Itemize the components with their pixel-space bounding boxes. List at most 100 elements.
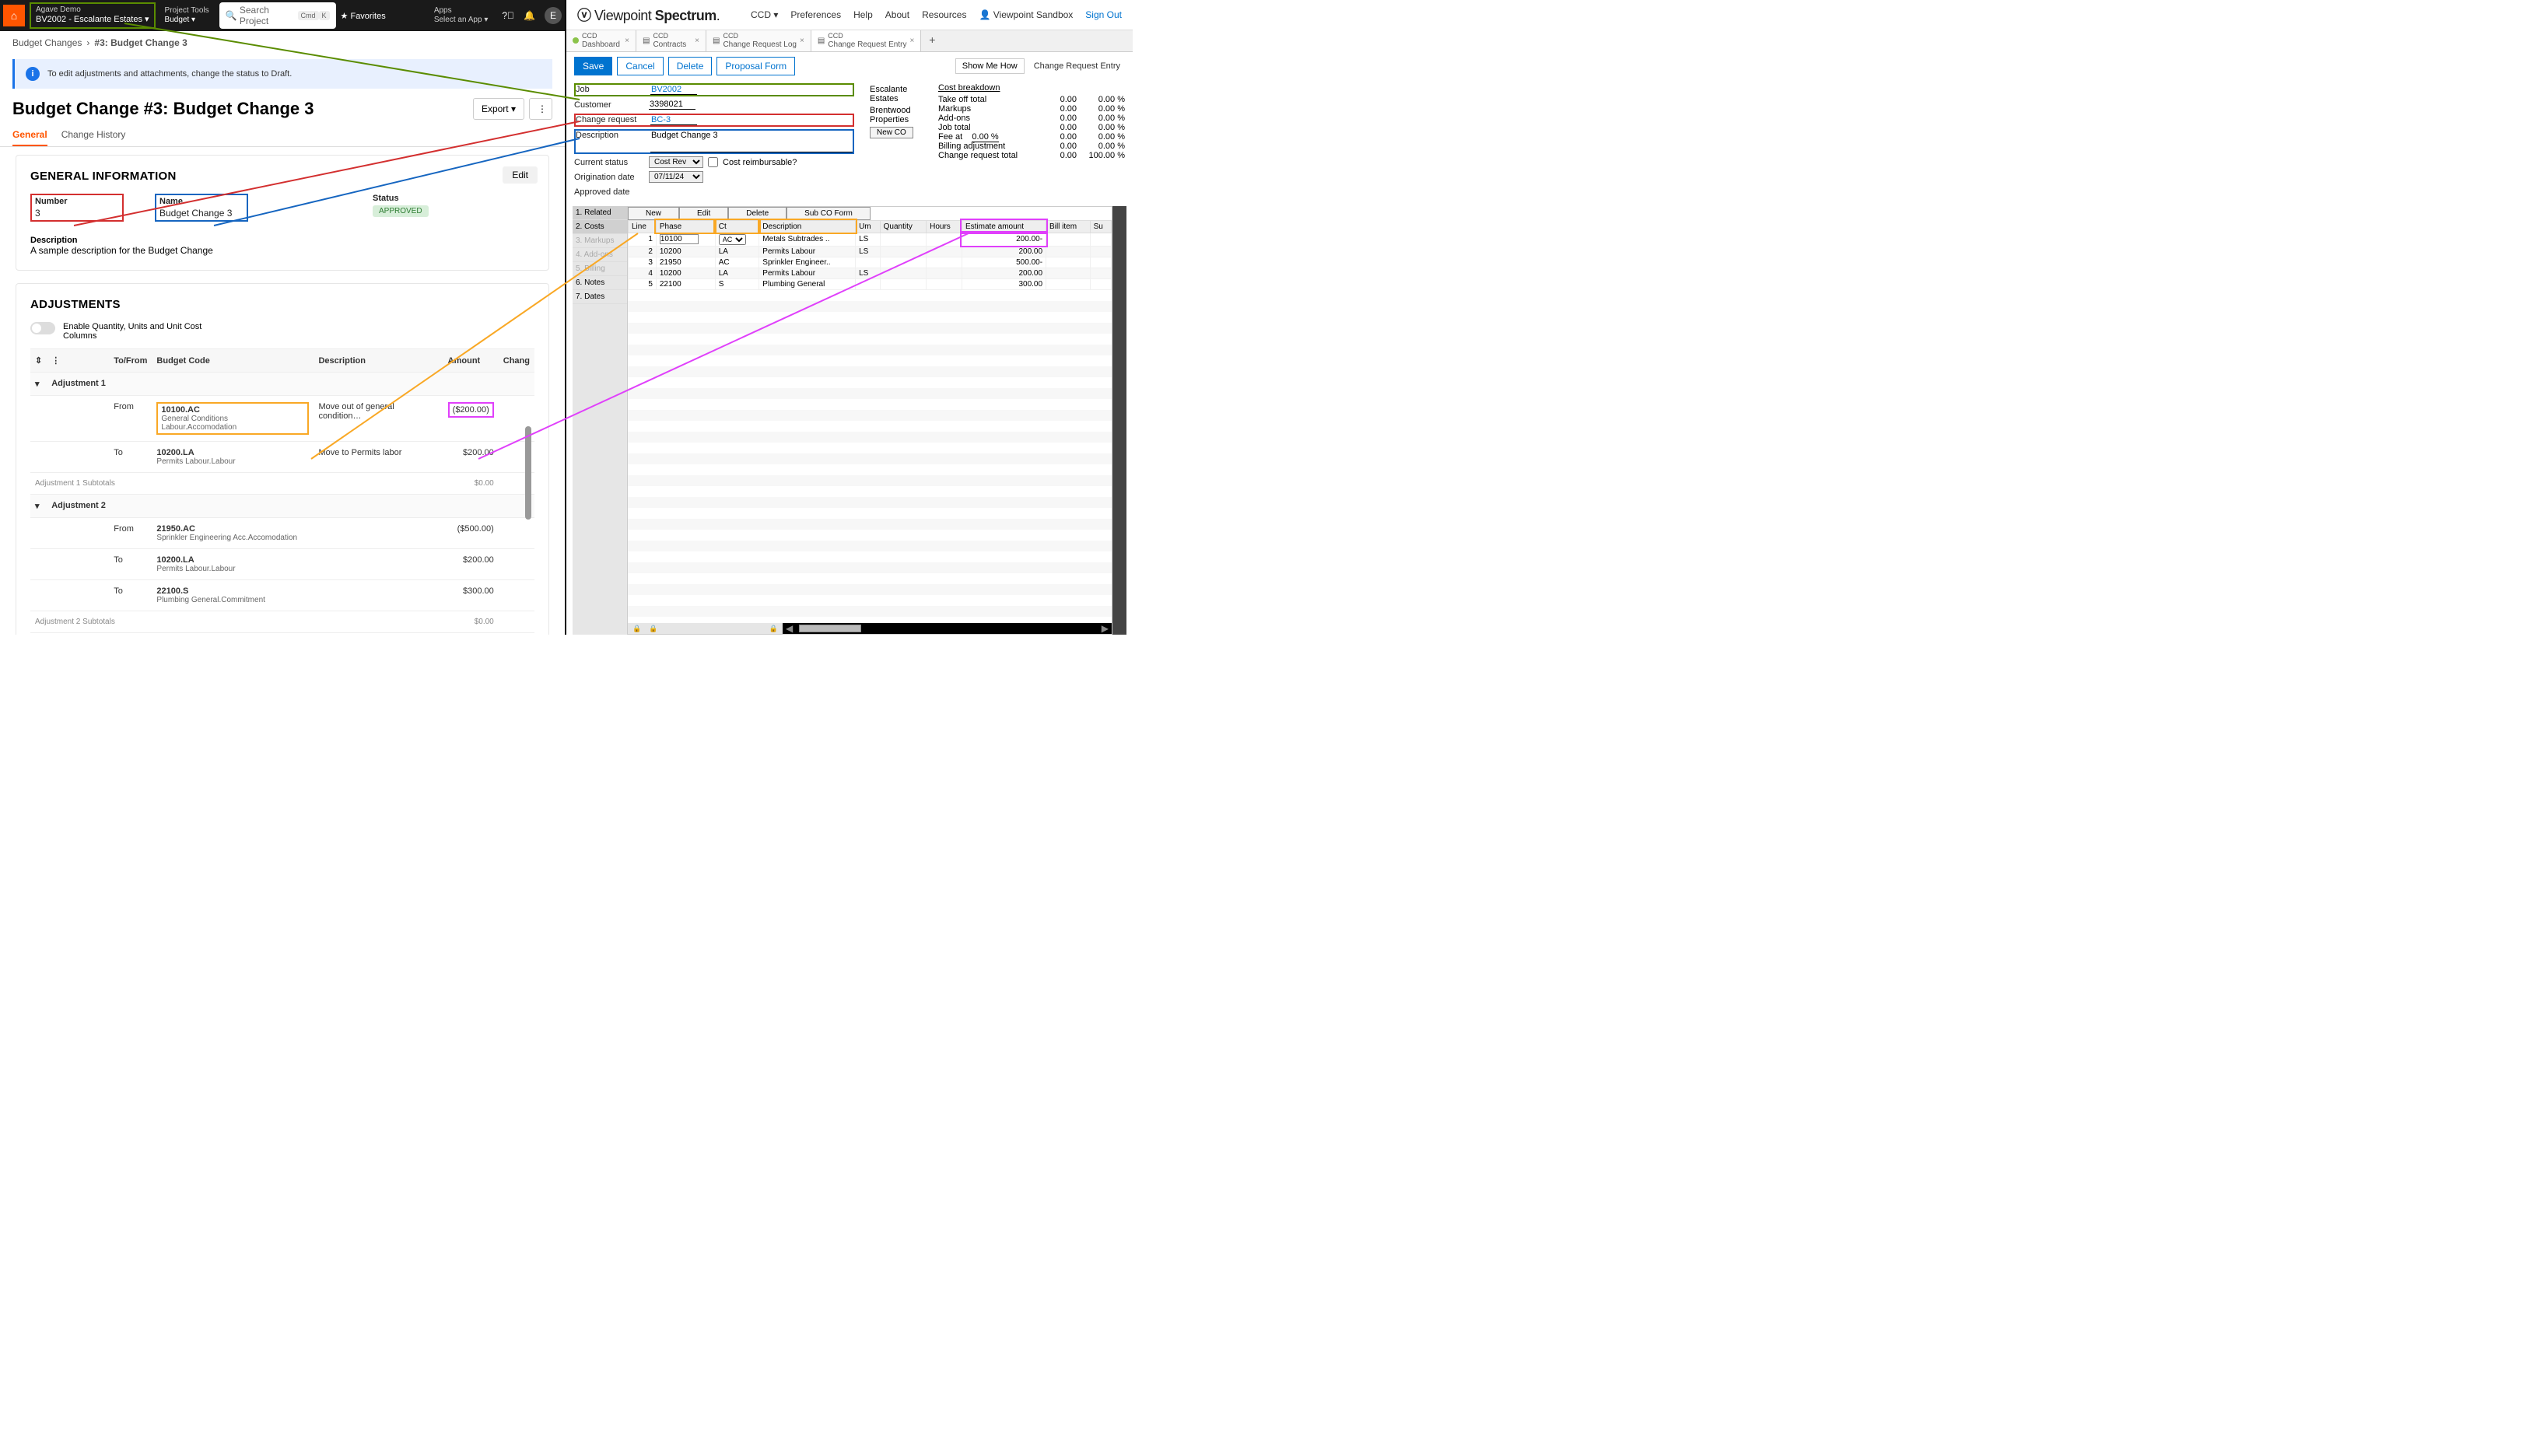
avatar[interactable]: E: [545, 7, 562, 24]
breakdown-pct: 0.00 %: [1083, 114, 1125, 123]
save-button[interactable]: Save: [574, 57, 612, 75]
amount-cell: $200.00: [443, 442, 499, 473]
desc-value[interactable]: Budget Change 3: [650, 131, 853, 152]
sidenav-item[interactable]: 7. Dates: [573, 290, 627, 304]
show-me-how[interactable]: Show Me How: [955, 58, 1025, 74]
kebab-menu-icon[interactable]: ⋮: [529, 98, 552, 120]
breadcrumb-root[interactable]: Budget Changes: [12, 37, 82, 48]
sidenav-item[interactable]: 3. Markups: [573, 234, 627, 248]
name-field: Name Budget Change 3: [155, 194, 248, 222]
desc-cell: Permits Labour: [759, 246, 856, 257]
delete-button[interactable]: Delete: [668, 57, 713, 75]
edit-button[interactable]: Edit: [503, 166, 538, 184]
nav-sandbox[interactable]: 👤 Viewpoint Sandbox: [979, 9, 1073, 20]
grid-btn-new[interactable]: New: [628, 207, 679, 220]
grid-btn-edit[interactable]: Edit: [679, 207, 728, 220]
cr-value[interactable]: BC-3: [650, 115, 697, 125]
favorites-link[interactable]: ★ Favorites: [341, 11, 386, 21]
ct-cell[interactable]: AC: [715, 257, 759, 268]
project-dropdown[interactable]: Agave Demo BV2002 - Escalante Estates ▾: [30, 2, 156, 28]
vp-tab[interactable]: ▤CCDChange Request Log×: [706, 30, 811, 51]
est-cell: 200.00: [962, 268, 1046, 278]
phase-cell[interactable]: [656, 233, 715, 246]
tab-general[interactable]: General: [12, 124, 47, 146]
nav-help[interactable]: Help: [853, 9, 873, 20]
expand-icon[interactable]: ▾: [30, 495, 47, 518]
breakdown-title: Cost breakdown: [938, 83, 1125, 93]
col-change: Chang: [499, 349, 534, 373]
apps-dropdown[interactable]: Apps Select an App ▾: [434, 6, 489, 25]
tab-change-history[interactable]: Change History: [61, 124, 126, 146]
export-button[interactable]: Export ▾: [473, 98, 524, 120]
appr-date-row: Approved date: [574, 186, 854, 198]
status-select[interactable]: Cost Rev: [649, 156, 703, 168]
scroll-right-icon[interactable]: ▶: [1098, 623, 1112, 634]
help-icon[interactable]: ?⃝: [502, 10, 514, 21]
cancel-button[interactable]: Cancel: [617, 57, 663, 75]
subtotal-value: $0.00: [443, 611, 499, 633]
expand-icon[interactable]: ▾: [30, 373, 47, 396]
sidenav-item[interactable]: 1. Related: [573, 206, 627, 220]
scroll-left-icon[interactable]: ◀: [783, 623, 796, 634]
col-collapse[interactable]: ⇕: [30, 349, 47, 373]
customer-row: Customer 3398021: [574, 99, 854, 111]
col-menu[interactable]: ⋮: [47, 349, 109, 373]
ct-cell[interactable]: AC: [715, 233, 759, 246]
sidenav-item[interactable]: 2. Costs: [573, 220, 627, 234]
nav-preferences[interactable]: Preferences: [790, 9, 841, 20]
grid-buttons: NewEditDeleteSub CO Form: [628, 207, 1112, 220]
cost-reimb-checkbox[interactable]: [708, 157, 718, 167]
close-icon[interactable]: ×: [909, 37, 914, 45]
tools-dropdown[interactable]: Project Tools Budget ▾: [160, 5, 215, 26]
ct-cell[interactable]: LA: [715, 246, 759, 257]
phase-cell[interactable]: 10200: [656, 268, 715, 278]
scroll-thumb[interactable]: [799, 625, 861, 632]
ct-select[interactable]: AC: [719, 234, 746, 245]
code-cell: 10200.LAPermits Labour.Labour: [152, 442, 314, 473]
amount-cell: $200.00: [443, 549, 499, 580]
ct-cell[interactable]: LA: [715, 268, 759, 278]
amount-cell: ($200.00): [443, 396, 499, 442]
status-label: Status: [373, 194, 466, 203]
sidenav-item[interactable]: 5. Billing: [573, 262, 627, 276]
vp-tab[interactable]: CCDDashboard×: [566, 30, 636, 51]
hscroll[interactable]: 🔒🔒🔒 ◀ ▶: [628, 623, 1112, 634]
home-icon[interactable]: ⌂: [3, 5, 25, 26]
grid-col: Quantity: [880, 220, 926, 233]
phase-cell[interactable]: 21950: [656, 257, 715, 268]
breakdown-amount: 0.00: [1038, 132, 1077, 142]
vp-tab[interactable]: ▤CCDContracts×: [636, 30, 706, 51]
proposal-button[interactable]: Proposal Form: [716, 57, 795, 75]
nav-resources[interactable]: Resources: [922, 9, 966, 20]
nav-about[interactable]: About: [885, 9, 909, 20]
bell-icon[interactable]: 🔔: [524, 10, 535, 21]
close-icon[interactable]: ×: [800, 37, 804, 45]
close-icon[interactable]: ×: [625, 37, 629, 45]
toggle-qty-columns[interactable]: [30, 322, 55, 334]
sidenav-item[interactable]: 6. Notes: [573, 276, 627, 290]
customer-value[interactable]: 3398021: [649, 100, 695, 110]
nav-signout[interactable]: Sign Out: [1085, 9, 1122, 20]
grid-btn-delete[interactable]: Delete: [728, 207, 787, 220]
phase-cell[interactable]: 22100: [656, 278, 715, 289]
breakdown-amount: 0.00: [1038, 104, 1077, 114]
phase-cell[interactable]: 10200: [656, 246, 715, 257]
new-co-button[interactable]: New CO: [870, 127, 913, 138]
job-value[interactable]: BV2002: [650, 85, 697, 95]
grand-total-value: $0.00: [443, 633, 499, 635]
adjustments-table: ⇕ ⋮ To/From Budget Code Description Amou…: [30, 348, 534, 635]
close-icon[interactable]: ×: [695, 37, 699, 45]
orig-date-select[interactable]: 07/11/24: [649, 171, 703, 183]
new-tab-button[interactable]: +: [921, 30, 943, 51]
grid-col: Estimate amount: [962, 220, 1046, 233]
ct-cell[interactable]: S: [715, 278, 759, 289]
sidenav-item[interactable]: 4. Add-ons: [573, 248, 627, 262]
phase-input[interactable]: [660, 234, 699, 244]
ccd-dropdown[interactable]: CCD ▾: [751, 9, 778, 20]
vp-tab[interactable]: ▤CCDChange Request Entry×: [811, 30, 921, 51]
col-amount: Amount: [443, 349, 499, 373]
scrollbar[interactable]: [525, 426, 531, 520]
grid-btn-sub-co-form[interactable]: Sub CO Form: [787, 207, 871, 220]
search-input[interactable]: 🔍 Search Project Cmd K: [219, 2, 336, 29]
general-info-card: GENERAL INFORMATION Edit Number 3 Name B…: [16, 155, 549, 271]
